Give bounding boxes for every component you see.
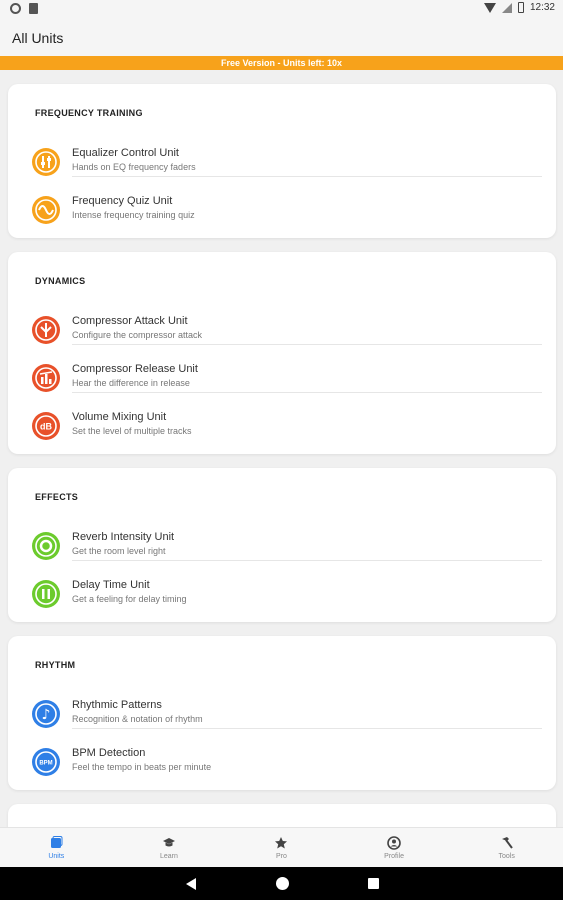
unit-title: Compressor Release Unit <box>72 363 198 375</box>
unit-item-compressor-release[interactable]: Compressor Release Unit Hear the differe… <box>32 354 542 402</box>
hammer-icon <box>501 836 513 849</box>
nav-label: Tools <box>498 852 515 860</box>
profile-icon <box>387 835 401 850</box>
unit-title: Equalizer Control Unit <box>72 147 179 159</box>
divider <box>72 728 542 729</box>
unit-title: Volume Mixing Unit <box>72 411 167 423</box>
nav-profile[interactable]: Profile <box>338 828 451 867</box>
delay-bars-icon <box>32 580 60 608</box>
app-bar: All Units <box>0 18 563 56</box>
section-card-rhythm: RHYTHM ♪ Rhythmic Patterns Recognition &… <box>8 636 556 790</box>
compressor-attack-icon <box>32 316 60 344</box>
unit-subtitle: Intense frequency training quiz <box>72 210 195 220</box>
unit-subtitle: Feel the tempo in beats per minute <box>72 762 212 772</box>
svg-text:♪: ♪ <box>42 707 51 723</box>
unit-subtitle: Recognition & notation of rhythm <box>72 714 203 724</box>
divider <box>72 176 542 177</box>
status-time: 12:32 <box>529 2 555 13</box>
equalizer-faders-icon <box>32 148 60 176</box>
unit-title: BPM Detection <box>72 747 146 759</box>
home-icon[interactable] <box>276 877 289 890</box>
free-version-banner: Free Version - Units left: 10x <box>0 56 563 70</box>
section-title: EFFECTS <box>35 492 79 502</box>
nav-label: Learn <box>159 852 178 860</box>
nav-pro[interactable]: Pro <box>225 828 338 867</box>
units-list[interactable]: FREQUENCY TRAINING Equalizer Control Uni… <box>0 70 563 827</box>
unit-item-delay-time[interactable]: Delay Time Unit Get a feeling for delay … <box>32 570 542 618</box>
unit-subtitle: Set the level of multiple tracks <box>72 426 192 436</box>
unit-title: Reverb Intensity Unit <box>72 531 175 543</box>
unit-title: Delay Time Unit <box>72 579 150 591</box>
section-card-effects: EFFECTS Reverb Intensity Unit Get the ro… <box>8 468 556 622</box>
divider <box>72 392 542 393</box>
bottom-navigation: Units Learn Pro Profile Tools <box>0 827 563 867</box>
svg-text:BPM: BPM <box>39 761 52 767</box>
divider <box>72 560 542 561</box>
section-card-partial <box>8 804 556 827</box>
reverb-ring-icon <box>32 532 60 560</box>
unit-item-volume-mixing[interactable]: dB Volume Mixing Unit Set the level of m… <box>32 402 542 450</box>
unit-title: Frequency Quiz Unit <box>72 195 173 207</box>
nav-learn[interactable]: Learn <box>113 828 226 867</box>
unit-item-compressor-attack[interactable]: Compressor Attack Unit Configure the com… <box>32 306 542 354</box>
section-title: RHYTHM <box>35 660 76 670</box>
section-card-dynamics: DYNAMICS Compressor Attack Unit Configur… <box>8 252 556 454</box>
status-bar: 12:32 <box>0 0 563 18</box>
unit-item-reverb-intensity[interactable]: Reverb Intensity Unit Get the room level… <box>32 522 542 570</box>
nav-label: Units <box>48 852 65 860</box>
star-icon <box>275 836 288 848</box>
unit-subtitle: Get a feeling for delay timing <box>72 594 187 604</box>
db-icon: dB <box>32 412 60 440</box>
sd-card-status-icon <box>29 3 38 14</box>
system-navigation-bar <box>0 867 563 900</box>
unit-item-equalizer-control[interactable]: Equalizer Control Unit Hands on EQ frequ… <box>32 138 542 186</box>
nav-tools[interactable]: Tools <box>450 828 563 867</box>
section-title: FREQUENCY TRAINING <box>35 108 143 118</box>
units-icon <box>51 835 63 848</box>
settings-status-icon <box>10 3 21 14</box>
unit-item-rhythmic-patterns[interactable]: ♪ Rhythmic Patterns Recognition & notati… <box>32 690 542 738</box>
unit-subtitle: Get the room level right <box>72 546 166 556</box>
signal-icon <box>501 2 512 13</box>
divider <box>72 344 542 345</box>
nav-label: Pro <box>276 852 287 860</box>
unit-title: Compressor Attack Unit <box>72 315 188 327</box>
unit-item-bpm-detection[interactable]: BPM BPM Detection Feel the tempo in beat… <box>32 738 542 786</box>
recent-apps-icon[interactable] <box>368 878 379 889</box>
bpm-icon: BPM <box>32 748 60 776</box>
back-icon[interactable] <box>186 878 196 890</box>
svg-text:dB: dB <box>40 422 52 432</box>
unit-subtitle: Configure the compressor attack <box>72 330 203 340</box>
unit-subtitle: Hear the difference in release <box>72 378 190 388</box>
unit-subtitle: Hands on EQ frequency faders <box>72 162 196 172</box>
sine-wave-icon <box>32 196 60 224</box>
unit-item-frequency-quiz[interactable]: Frequency Quiz Unit Intense frequency tr… <box>32 186 542 234</box>
unit-title: Rhythmic Patterns <box>72 699 162 711</box>
wifi-icon <box>483 2 496 13</box>
graduation-cap-icon <box>162 837 175 846</box>
music-note-icon: ♪ <box>32 700 60 728</box>
page-title: All Units <box>12 30 64 46</box>
battery-icon <box>517 2 524 13</box>
section-title: DYNAMICS <box>35 276 86 286</box>
compressor-release-icon <box>32 364 60 392</box>
nav-label: Profile <box>384 852 404 860</box>
nav-units[interactable]: Units <box>0 828 113 867</box>
section-card-frequency-training: FREQUENCY TRAINING Equalizer Control Uni… <box>8 84 556 238</box>
